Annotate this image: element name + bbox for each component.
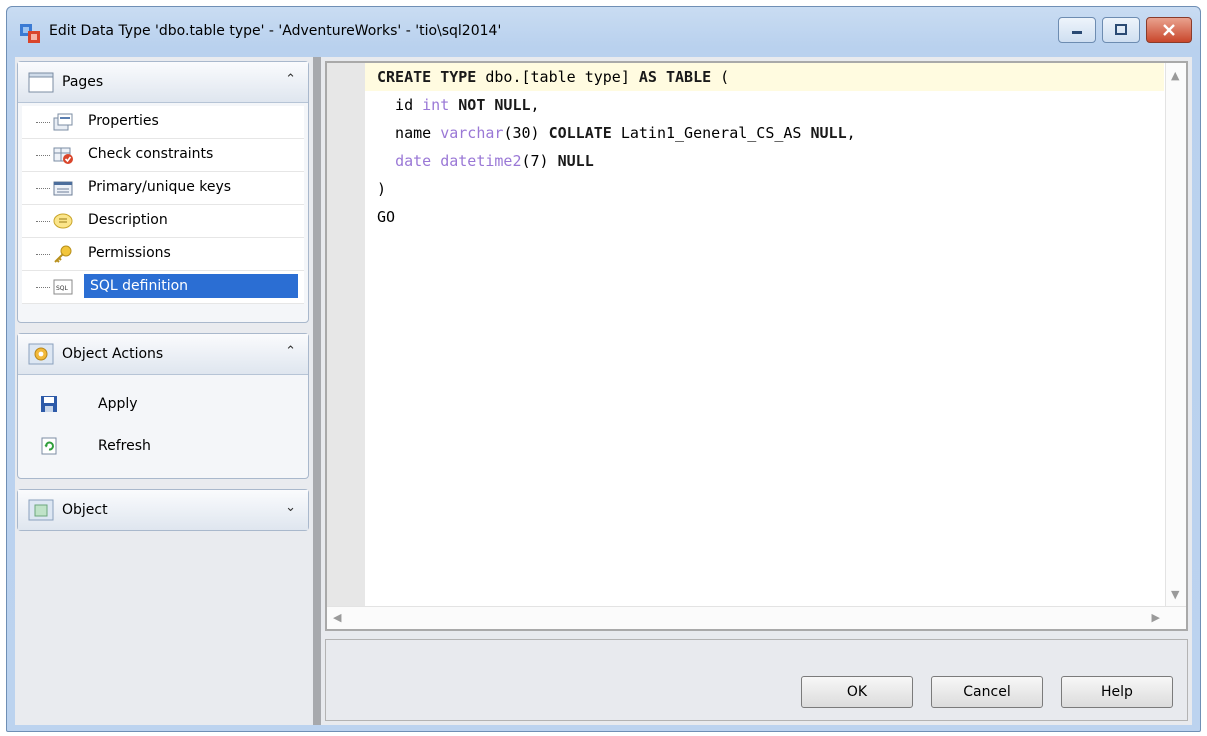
scroll-right-icon[interactable]: ▶ xyxy=(1152,611,1160,624)
scroll-down-icon[interactable]: ▼ xyxy=(1171,588,1179,601)
object-actions-title: Object Actions xyxy=(62,346,164,362)
page-item-properties[interactable]: Properties xyxy=(22,106,304,139)
code-line: ) xyxy=(377,180,387,198)
key-icon xyxy=(54,245,72,263)
tree-branch xyxy=(36,155,50,156)
expand-chevron-icon[interactable]: ⌄ xyxy=(285,500,296,515)
dialog-button-bar: OK Cancel Help xyxy=(325,639,1188,721)
vertical-scrollbar[interactable]: ▲ ▼ xyxy=(1165,63,1186,607)
page-item-primary-unique-keys[interactable]: Primary/unique keys xyxy=(22,172,304,205)
tree-branch xyxy=(36,254,50,255)
page-item-label: Description xyxy=(88,212,168,228)
object-icon xyxy=(28,499,54,521)
apply-label: Apply xyxy=(98,396,138,412)
object-group-header[interactable]: Object ⌄ xyxy=(18,490,308,530)
collapse-chevron-icon[interactable]: ⌃ xyxy=(285,72,296,87)
left-navigation-panel: Pages ⌃ Properties Check constraints Pri… xyxy=(15,57,311,725)
keys-icon xyxy=(53,181,73,196)
scroll-up-icon[interactable]: ▲ xyxy=(1171,69,1179,82)
edit-data-type-window: Edit Data Type 'dbo.table type' - 'Adven… xyxy=(6,6,1201,732)
ok-button[interactable]: OK xyxy=(801,676,913,708)
page-item-label: Properties xyxy=(88,113,159,129)
pages-tree: Properties Check constraints Primary/uni… xyxy=(22,106,304,304)
tree-branch xyxy=(36,287,50,288)
tree-branch xyxy=(36,221,50,222)
code-line: date datetime2(7) NULL xyxy=(395,152,594,170)
check-constraints-icon xyxy=(53,147,73,164)
page-item-label: SQL definition xyxy=(84,274,298,298)
gear-icon xyxy=(28,343,54,365)
sql-editor[interactable]: CREATE TYPE dbo.[table type] AS TABLE ( … xyxy=(325,61,1188,631)
scroll-left-icon[interactable]: ◀ xyxy=(333,611,341,624)
refresh-label: Refresh xyxy=(98,438,151,454)
page-item-label: Check constraints xyxy=(88,146,214,162)
object-group: Object ⌄ xyxy=(17,489,309,531)
tree-branch xyxy=(36,188,50,189)
sql-code-area[interactable]: CREATE TYPE dbo.[table type] AS TABLE ( … xyxy=(365,63,1164,607)
object-actions-group: Object Actions ⌃ Apply Refresh xyxy=(17,333,309,479)
page-item-label: Primary/unique keys xyxy=(88,179,232,195)
editor-gutter xyxy=(327,63,365,629)
code-line: id int NOT NULL, xyxy=(377,96,540,114)
collapse-chevron-icon[interactable]: ⌃ xyxy=(285,344,296,359)
sql-icon: SQL xyxy=(53,279,73,295)
page-item-label: Permissions xyxy=(88,245,171,261)
help-button[interactable]: Help xyxy=(1061,676,1173,708)
object-actions-header[interactable]: Object Actions ⌃ xyxy=(18,334,308,375)
page-item-check-constraints[interactable]: Check constraints xyxy=(22,139,304,172)
tree-branch xyxy=(36,122,50,123)
panel-splitter[interactable] xyxy=(313,57,321,725)
description-icon xyxy=(53,213,73,229)
code-line: GO xyxy=(377,208,396,226)
page-item-permissions[interactable]: Permissions xyxy=(22,238,304,271)
minimize-icon xyxy=(1072,31,1082,34)
code-line: CREATE TYPE dbo.[table type] AS TABLE ( xyxy=(365,63,1164,91)
pages-icon xyxy=(28,72,54,93)
code-line: name varchar(30) COLLATE Latin1_General_… xyxy=(377,124,856,142)
window-title: Edit Data Type 'dbo.table type' - 'Adven… xyxy=(49,23,502,39)
save-icon xyxy=(41,396,57,412)
horizontal-scrollbar[interactable]: ◀ ▶ xyxy=(327,606,1186,629)
refresh-icon xyxy=(41,437,57,455)
pages-group: Pages ⌃ Properties Check constraints Pri… xyxy=(17,61,309,323)
svg-text:SQL: SQL xyxy=(56,285,69,292)
app-icon xyxy=(20,24,40,43)
title-bar[interactable]: Edit Data Type 'dbo.table type' - 'Adven… xyxy=(7,7,1200,57)
dialog-client-area: Pages ⌃ Properties Check constraints Pri… xyxy=(15,57,1192,725)
apply-action[interactable]: Apply xyxy=(40,394,138,414)
pages-group-header[interactable]: Pages ⌃ xyxy=(18,62,308,103)
pages-group-title: Pages xyxy=(62,74,104,90)
properties-icon xyxy=(53,113,73,131)
maximize-icon xyxy=(1115,24,1127,35)
cancel-button[interactable]: Cancel xyxy=(931,676,1043,708)
close-icon xyxy=(1163,24,1175,36)
page-item-description[interactable]: Description xyxy=(22,205,304,238)
close-button[interactable] xyxy=(1146,17,1192,43)
page-item-sql-definition[interactable]: SQL SQL definition xyxy=(22,271,304,304)
maximize-button[interactable] xyxy=(1102,17,1140,43)
refresh-action[interactable]: Refresh xyxy=(40,436,151,456)
object-group-title: Object xyxy=(62,502,108,518)
minimize-button[interactable] xyxy=(1058,17,1096,43)
